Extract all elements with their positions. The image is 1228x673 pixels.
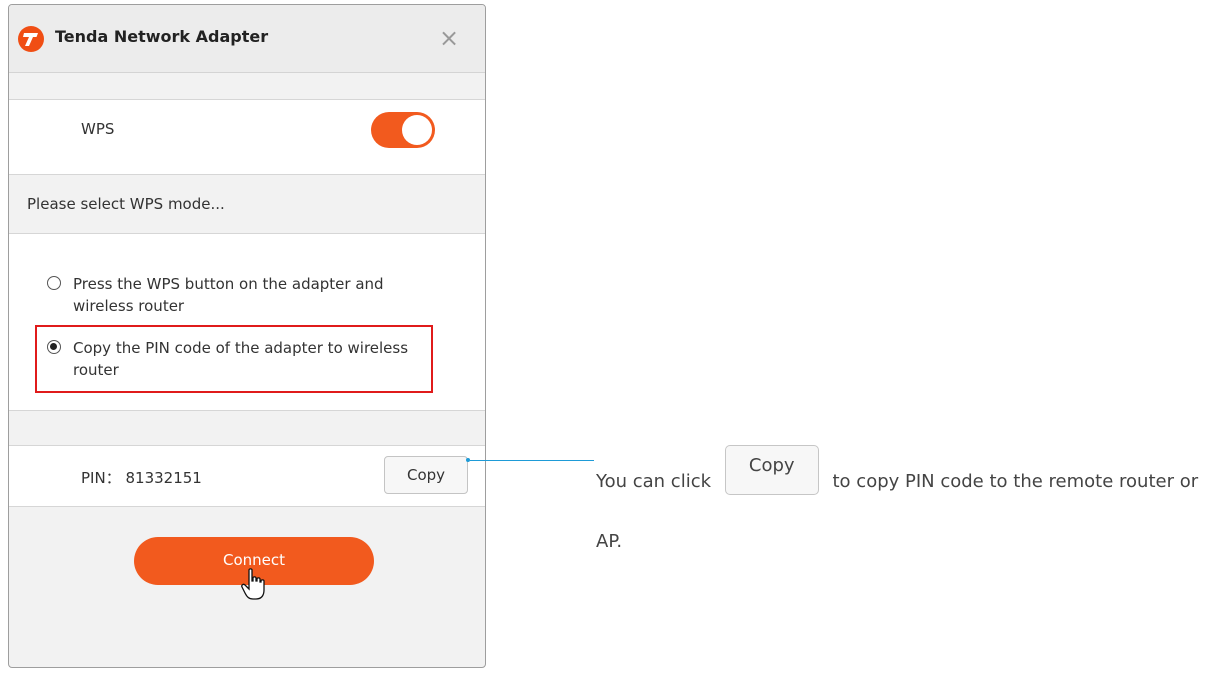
wps-label: WPS: [81, 120, 115, 138]
annotation-text-before: You can click: [596, 471, 712, 492]
annotation-connector-line: [470, 460, 594, 461]
inline-copy-button-illustration: Copy: [724, 445, 819, 495]
window-title: Tenda Network Adapter: [55, 27, 269, 46]
wps-toggle-row: WPS: [9, 99, 485, 175]
hand-cursor-icon: [241, 568, 265, 600]
tenda-logo-icon: [18, 26, 44, 52]
close-icon[interactable]: ×: [434, 23, 464, 53]
pin-value: 81332151: [125, 469, 202, 487]
wps-mode-option-button[interactable]: Press the WPS button on the adapter and …: [47, 273, 433, 317]
wps-toggle[interactable]: [371, 112, 435, 148]
tenda-adapter-window: Tenda Network Adapter × WPS Please selec…: [8, 4, 486, 668]
wps-mode-prompt: Please select WPS mode...: [27, 195, 225, 213]
radio-unchecked-icon[interactable]: [47, 276, 61, 290]
copy-pin-button[interactable]: Copy: [384, 456, 468, 494]
annotation-note: You can click Copy to copy PIN code to t…: [596, 445, 1226, 572]
selected-option-highlight: [35, 325, 433, 393]
pin-display: PIN： 81332151: [81, 467, 202, 488]
pin-label: PIN：: [81, 469, 121, 487]
title-bar: Tenda Network Adapter ×: [9, 5, 485, 73]
toggle-knob: [402, 115, 432, 145]
pin-row: PIN： 81332151 Copy: [9, 445, 485, 507]
wps-mode-option-label: Press the WPS button on the adapter and …: [73, 275, 384, 315]
